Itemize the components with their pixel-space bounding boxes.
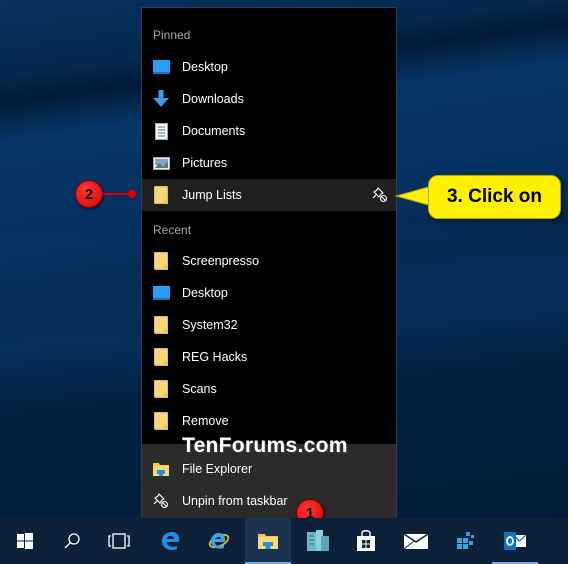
search-button[interactable] <box>49 518 95 564</box>
internet-explorer-icon <box>208 533 230 549</box>
server-manager-icon <box>307 530 329 551</box>
badge2-pointer-dot <box>128 190 136 198</box>
outlook-icon <box>504 532 527 550</box>
mail-button[interactable] <box>393 518 439 564</box>
windows-logo-icon <box>17 533 33 549</box>
callout-pointer <box>394 185 433 207</box>
hyper-v-icon <box>457 532 474 549</box>
step-callout-3: 3. Click on <box>428 175 561 219</box>
server-manager-button[interactable] <box>295 518 341 564</box>
step-badge-2: 2 <box>75 180 103 208</box>
internet-explorer-button[interactable] <box>196 518 242 564</box>
store-icon <box>357 530 375 551</box>
annotation-lines <box>100 185 433 535</box>
file-explorer-icon <box>258 534 278 549</box>
task-view-button[interactable] <box>96 518 142 564</box>
taskbar <box>0 518 568 564</box>
hyper-v-button[interactable] <box>442 518 488 564</box>
edge-button[interactable] <box>148 518 194 564</box>
edge-icon <box>162 532 180 551</box>
file-explorer-button[interactable] <box>245 518 291 564</box>
task-view-icon <box>108 533 130 549</box>
store-button[interactable] <box>343 518 389 564</box>
start-button[interactable] <box>2 518 48 564</box>
search-icon <box>64 533 80 549</box>
outlook-button[interactable] <box>492 518 538 564</box>
mail-icon <box>404 533 428 549</box>
